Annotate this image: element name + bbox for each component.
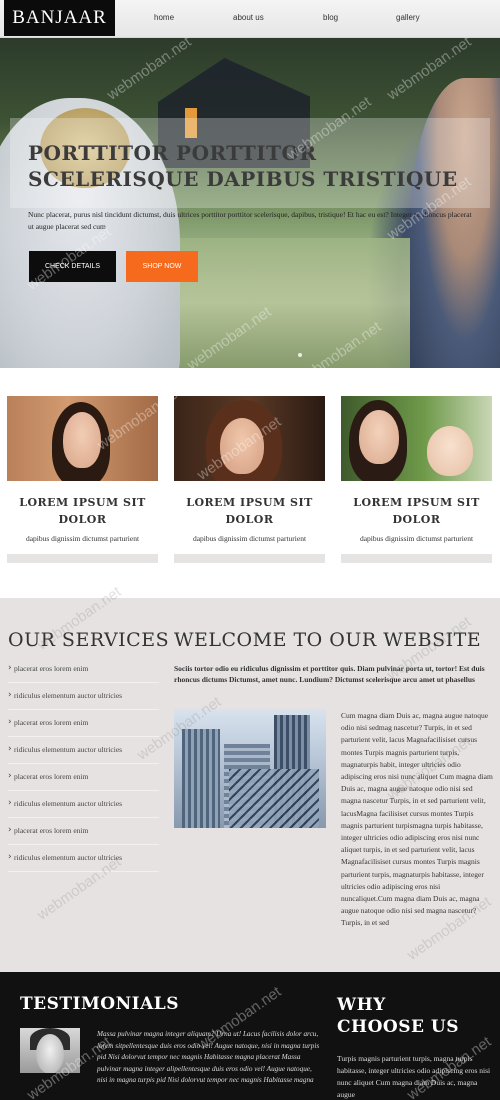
chevron-right-icon: › [8,771,12,781]
card-desc: dapibus dignissim dictumst parturient [192,534,307,543]
welcome-body: Cum magna diam Duis ac, magna augue nato… [341,711,493,928]
welcome-lead: Sociis tortor odio eu ridiculus dignissi… [174,664,485,684]
shop-now-button[interactable]: SHOP NOW [126,251,198,282]
service-label: ridiculus elementum auctor ultricies [14,745,123,754]
card-photo-face [63,412,101,468]
services-title: OUR SERVICES [8,629,170,651]
service-label: placerat eros lorem enim [14,664,89,673]
service-item[interactable]: › placerat eros lorem enim [8,818,159,845]
hero-banner: PORTTITOR PORTTITOR SCELERISQUE DAPIBUS … [0,38,500,368]
service-item[interactable]: › placerat eros lorem enim [8,656,159,683]
service-label: placerat eros lorem enim [14,826,89,835]
hero-text: Nunc placerat, purus nisl tincidunt dict… [28,210,472,231]
testimonial-avatar [20,1028,80,1073]
feature-card[interactable]: LOREM IPSUM SIT DOLOR dapibus dignissim … [341,396,492,564]
nav-gallery[interactable]: gallery [396,13,420,22]
card-bar [174,554,325,563]
card-title: LOREM IPSUM SIT DOLOR [353,496,480,526]
card-photo-baby [427,426,473,476]
hero-title: PORTTITOR PORTTITOR SCELERISQUE DAPIBUS … [28,141,458,191]
service-item[interactable]: › ridiculus elementum auctor ultricies [8,737,159,764]
nav-home[interactable]: home [154,13,174,22]
chevron-right-icon: › [8,825,12,835]
service-item[interactable]: › ridiculus elementum auctor ultricies [8,683,159,710]
testimonials-title: TESTIMONIALS [20,994,180,1014]
feature-cards: LOREM IPSUM SIT DOLOR dapibus dignissim … [0,368,500,598]
service-label: ridiculus elementum auctor ultricies [14,799,123,808]
welcome-title: WELCOME TO OUR WEBSITE [174,629,482,651]
feature-card[interactable]: LOREM IPSUM SIT DOLOR dapibus dignissim … [7,396,158,564]
feature-card[interactable]: LOREM IPSUM SIT DOLOR dapibus dignissim … [174,396,325,564]
service-item[interactable]: › ridiculus elementum auctor ultricies [8,791,159,818]
card-bar [7,554,158,563]
hero-pond-image [160,238,420,368]
site-header: BANJAAR home about us blog gallery [0,0,500,38]
card-photo [174,396,325,481]
chevron-right-icon: › [8,852,12,862]
chevron-right-icon: › [8,690,12,700]
why-choose-title: WHY CHOOSE US [337,995,459,1037]
nav-blog[interactable]: blog [323,13,338,22]
card-title: LOREM IPSUM SIT DOLOR [19,496,146,526]
footer-section: TESTIMONIALS Massa pulvinar magna intege… [0,972,500,1100]
building-image [174,709,326,828]
services-welcome-section: OUR SERVICES › placerat eros lorem enim … [0,598,500,972]
card-photo-face [220,418,264,474]
card-desc: dapibus dignissim dictumst parturient [25,534,140,543]
main-nav: home about us blog gallery [120,0,500,38]
nav-about-us[interactable]: about us [233,13,264,22]
service-label: ridiculus elementum auctor ultricies [14,691,123,700]
chevron-right-icon: › [8,717,12,727]
slider-dot[interactable] [298,353,302,357]
service-label: ridiculus elementum auctor ultricies [14,853,123,862]
card-title: LOREM IPSUM SIT DOLOR [186,496,313,526]
service-item[interactable]: › placerat eros lorem enim [8,764,159,791]
card-photo-face [359,410,399,464]
card-bar [341,554,492,563]
service-label: placerat eros lorem enim [14,718,89,727]
card-photo [341,396,492,481]
chevron-right-icon: › [8,663,12,673]
service-item[interactable]: › placerat eros lorem enim [8,710,159,737]
card-photo [7,396,158,481]
chevron-right-icon: › [8,798,12,808]
chevron-right-icon: › [8,744,12,754]
card-desc: dapibus dignissim dictumst parturient [359,534,474,543]
testimonial-text: Massa pulvinar magna integer aliquam? Ur… [97,1030,320,1084]
service-label: placerat eros lorem enim [14,772,89,781]
site-logo[interactable]: BANJAAR [4,0,115,36]
service-item[interactable]: › ridiculus elementum auctor ultricies [8,845,159,872]
why-choose-text: Turpis magnis parturient turpis, magna t… [337,1054,491,1099]
check-details-button[interactable]: CHECK DETAILS [29,251,116,282]
